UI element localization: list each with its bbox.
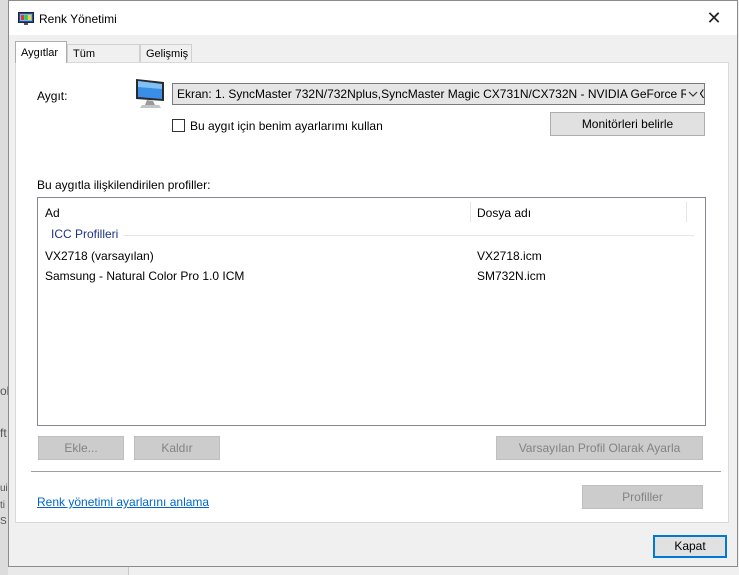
profiles-button[interactable]: Profiller bbox=[582, 485, 703, 509]
help-link[interactable]: Renk yönetimi ayarlarını anlama bbox=[37, 495, 209, 509]
list-item[interactable]: VX2718 (varsayılan) VX2718.icm bbox=[38, 245, 705, 265]
device-label: Aygıt: bbox=[37, 89, 68, 103]
group-divider bbox=[123, 235, 694, 236]
window-title: Renk Yönetimi bbox=[39, 12, 117, 26]
group-header-icc[interactable]: ICC Profilleri bbox=[51, 227, 118, 241]
background-text-fragment: ti bbox=[0, 500, 5, 511]
remove-button[interactable]: Kaldır bbox=[134, 436, 220, 460]
device-selected-value: Ekran: 1. SyncMaster 732N/732Nplus,SyncM… bbox=[177, 87, 705, 101]
tab-all-profiles[interactable]: Tüm Profiller bbox=[67, 44, 140, 78]
background-text-fragment: ui bbox=[0, 483, 8, 494]
close-window-button[interactable]: ✕ bbox=[691, 1, 737, 35]
background-text-fragment: S bbox=[0, 516, 7, 527]
identify-monitors-button[interactable]: Monitörleri belirle bbox=[550, 112, 705, 136]
profile-name: Samsung - Natural Color Pro 1.0 ICM bbox=[45, 269, 245, 283]
profiles-list[interactable]: Ad Dosya adı ICC Profilleri VX2718 (vars… bbox=[37, 197, 706, 426]
close-button[interactable]: Kapat bbox=[653, 535, 727, 558]
column-header-name[interactable]: Ad bbox=[45, 206, 60, 220]
device-dropdown[interactable]: Ekran: 1. SyncMaster 732N/732Nplus,SyncM… bbox=[172, 83, 705, 105]
set-default-profile-button[interactable]: Varsayılan Profil Olarak Ayarla bbox=[496, 436, 703, 460]
divider bbox=[31, 472, 721, 473]
color-management-dialog: Renk Yönetimi ✕ Aygıtlar Tüm Profiller G… bbox=[8, 0, 738, 567]
column-divider[interactable] bbox=[470, 202, 471, 222]
column-header-filename[interactable]: Dosya adı bbox=[477, 206, 531, 220]
close-icon: ✕ bbox=[706, 7, 722, 28]
monitor-icon bbox=[136, 79, 164, 108]
add-button[interactable]: Ekle... bbox=[38, 436, 124, 460]
profile-filename: VX2718.icm bbox=[477, 249, 542, 263]
chevron-down-icon bbox=[686, 84, 700, 104]
background-text-fragment: ft bbox=[0, 426, 7, 440]
profile-name: VX2718 (varsayılan) bbox=[45, 249, 154, 263]
column-divider[interactable] bbox=[686, 202, 687, 222]
use-my-settings-label: Bu aygıt için benim ayarlarımı kullan bbox=[190, 119, 383, 133]
tab-devices[interactable]: Aygıtlar bbox=[15, 41, 67, 63]
use-my-settings-checkbox[interactable] bbox=[172, 119, 185, 132]
list-item[interactable]: Samsung - Natural Color Pro 1.0 ICM SM73… bbox=[38, 265, 705, 285]
color-management-icon bbox=[18, 12, 34, 25]
tab-advanced[interactable]: Gelişmiş bbox=[140, 44, 192, 62]
associated-profiles-label: Bu aygıtla ilişkilendirilen profiller: bbox=[37, 178, 211, 192]
profile-filename: SM732N.icm bbox=[477, 269, 546, 283]
title-bar: Renk Yönetimi ✕ bbox=[9, 1, 737, 35]
